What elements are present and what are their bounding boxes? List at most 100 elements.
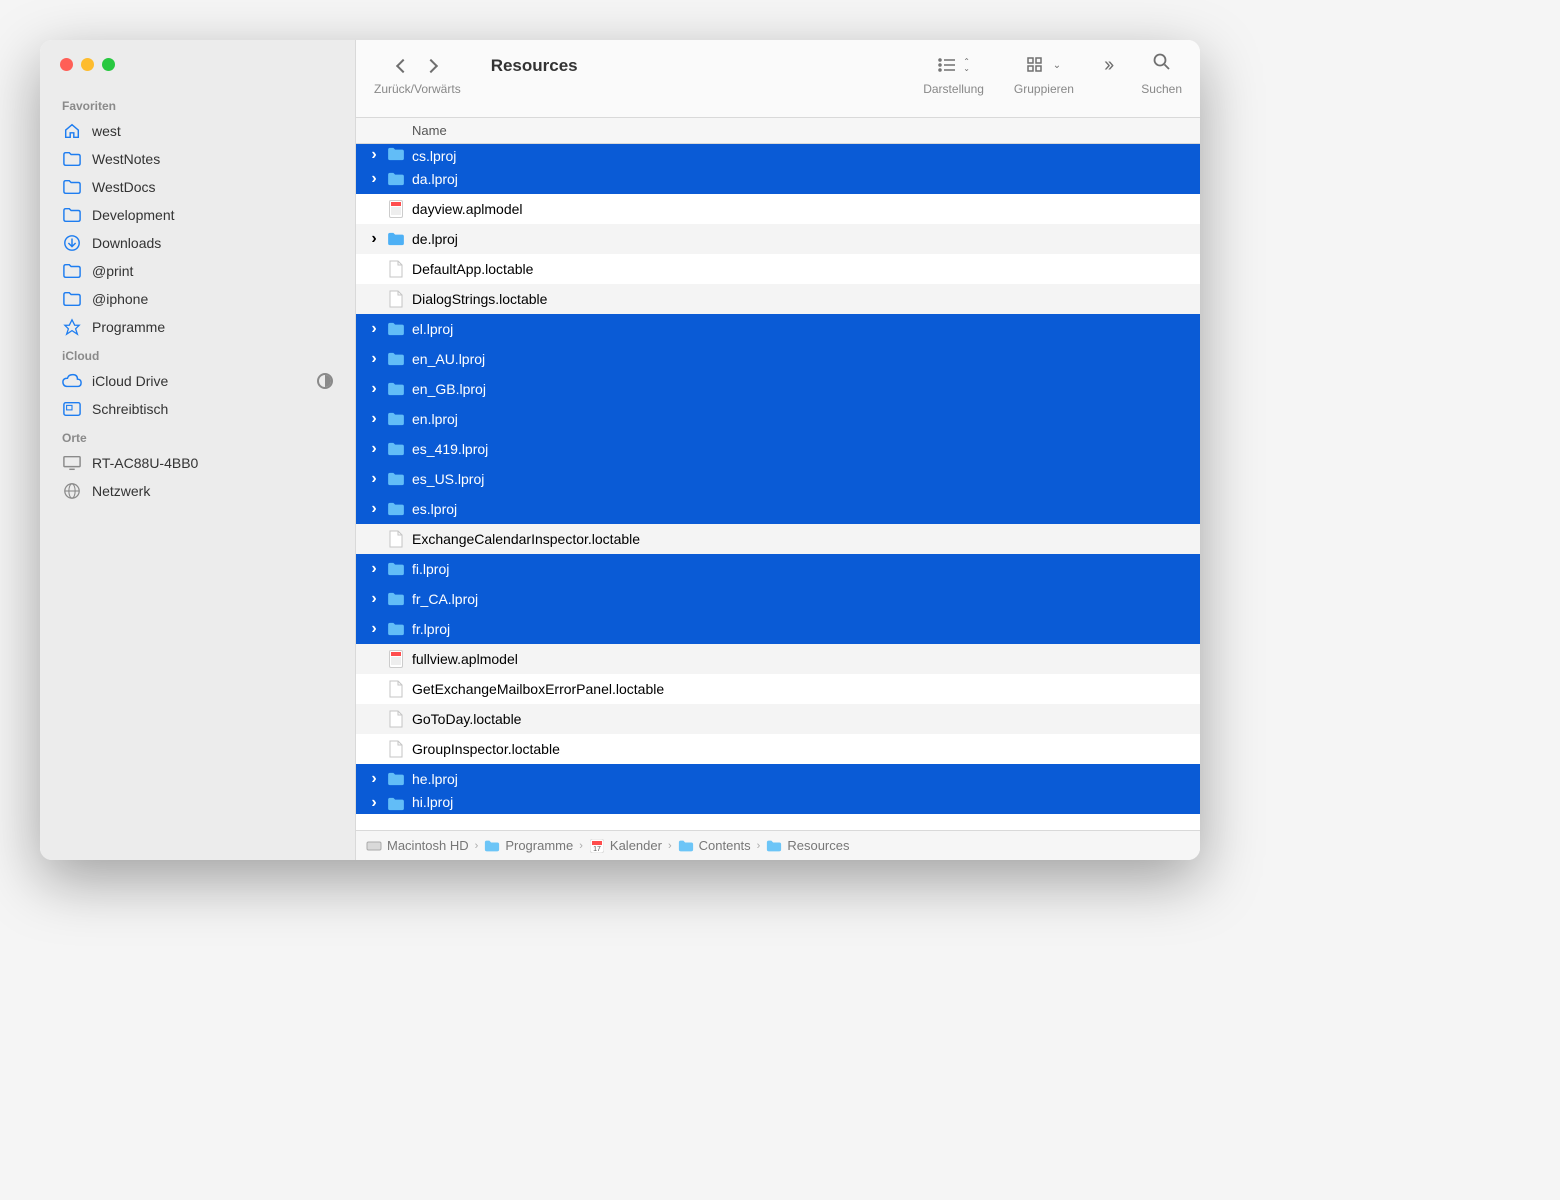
sidebar-item-label: @print bbox=[92, 263, 133, 279]
file-name: es_419.lproj bbox=[412, 441, 488, 457]
folder-icon bbox=[386, 794, 406, 814]
path-crumb[interactable]: 17Kalender bbox=[589, 838, 662, 853]
sidebar-item[interactable]: iCloud Drive bbox=[40, 367, 355, 395]
sidebar-item[interactable]: Schreibtisch bbox=[40, 395, 355, 423]
path-crumb[interactable]: Resources bbox=[766, 838, 849, 853]
back-button[interactable] bbox=[398, 54, 408, 77]
path-crumb-icon bbox=[484, 839, 500, 853]
path-crumb-label: Programme bbox=[505, 838, 573, 853]
column-header[interactable]: Name bbox=[356, 118, 1200, 144]
sidebar-item[interactable]: WestNotes bbox=[40, 145, 355, 173]
sidebar-item[interactable]: WestDocs bbox=[40, 173, 355, 201]
disclosure-triangle-icon[interactable]: › bbox=[368, 560, 380, 578]
path-crumb-icon bbox=[766, 839, 782, 853]
file-row[interactable]: ›GoToDay.loctable bbox=[356, 704, 1200, 734]
sidebar-item[interactable]: Development bbox=[40, 201, 355, 229]
sidebar: FavoritenwestWestNotesWestDocsDevelopmen… bbox=[40, 40, 356, 860]
file-name: GetExchangeMailboxErrorPanel.loctable bbox=[412, 681, 664, 697]
file-row[interactable]: ›GetExchangeMailboxErrorPanel.loctable bbox=[356, 674, 1200, 704]
disclosure-triangle-icon[interactable]: › bbox=[368, 320, 380, 338]
disclosure-triangle-icon[interactable]: › bbox=[368, 146, 380, 164]
folder-icon bbox=[386, 769, 406, 789]
disclosure-triangle-icon[interactable]: › bbox=[368, 440, 380, 458]
disclosure-triangle-icon[interactable]: › bbox=[368, 770, 380, 788]
disclosure-triangle-icon[interactable]: › bbox=[368, 350, 380, 368]
file-row[interactable]: ›dayview.aplmodel bbox=[356, 194, 1200, 224]
file-row[interactable]: ›es.lproj bbox=[356, 494, 1200, 524]
disclosure-triangle-icon[interactable]: › bbox=[368, 590, 380, 608]
file-row[interactable]: ›fr_CA.lproj bbox=[356, 584, 1200, 614]
view-label: Darstellung bbox=[923, 82, 984, 96]
sidebar-item[interactable]: Programme bbox=[40, 313, 355, 341]
file-row[interactable]: ›es_US.lproj bbox=[356, 464, 1200, 494]
group-button[interactable]: ⌄ bbox=[1027, 57, 1061, 73]
path-crumb[interactable]: Programme bbox=[484, 838, 573, 853]
folder-icon bbox=[386, 319, 406, 339]
folder-icon bbox=[386, 589, 406, 609]
file-row[interactable]: ›fi.lproj bbox=[356, 554, 1200, 584]
folder-icon bbox=[62, 206, 82, 224]
file-row[interactable]: ›cs.lproj bbox=[356, 144, 1200, 164]
sidebar-item[interactable]: Downloads bbox=[40, 229, 355, 257]
file-row[interactable]: ›el.lproj bbox=[356, 314, 1200, 344]
search-button[interactable] bbox=[1153, 53, 1171, 77]
zoom-window-button[interactable] bbox=[102, 58, 115, 71]
file-name: ExchangeCalendarInspector.loctable bbox=[412, 531, 640, 547]
disclosure-triangle-icon[interactable]: › bbox=[368, 794, 380, 812]
file-row[interactable]: ›DialogStrings.loctable bbox=[356, 284, 1200, 314]
file-row[interactable]: › hi.lproj bbox=[356, 794, 1200, 814]
name-column-header[interactable]: Name bbox=[412, 123, 447, 138]
path-crumb-icon: 17 bbox=[589, 839, 605, 853]
file-row[interactable]: › fr.lproj bbox=[356, 614, 1200, 644]
file-name: DefaultApp.loctable bbox=[412, 261, 533, 277]
file-name: fr.lproj bbox=[412, 621, 450, 637]
close-window-button[interactable] bbox=[60, 58, 73, 71]
sidebar-item[interactable]: RT-AC88U-4BB0 bbox=[40, 449, 355, 477]
display-icon bbox=[62, 454, 82, 472]
file-row[interactable]: › es_419.lproj bbox=[356, 434, 1200, 464]
sidebar-item[interactable]: west bbox=[40, 117, 355, 145]
file-list[interactable]: ›cs.lproj›da.lproj›dayview.aplmodel›de.l… bbox=[356, 144, 1200, 830]
folder-icon bbox=[386, 439, 406, 459]
document-icon bbox=[386, 709, 406, 729]
disclosure-triangle-icon[interactable]: › bbox=[368, 230, 380, 248]
folder-icon bbox=[62, 150, 82, 168]
sidebar-item[interactable]: Netzwerk bbox=[40, 477, 355, 505]
disclosure-triangle-icon[interactable]: › bbox=[368, 470, 380, 488]
file-row[interactable]: ›GroupInspector.loctable bbox=[356, 734, 1200, 764]
file-row[interactable]: ›da.lproj bbox=[356, 164, 1200, 194]
minimize-window-button[interactable] bbox=[81, 58, 94, 71]
nav-label: Zurück/Vorwärts bbox=[374, 82, 461, 96]
overflow-button[interactable]: ›› bbox=[1104, 54, 1111, 77]
file-name: en.lproj bbox=[412, 411, 458, 427]
sidebar-item[interactable]: @iphone bbox=[40, 285, 355, 313]
folder-icon bbox=[386, 229, 406, 249]
disclosure-triangle-icon[interactable]: › bbox=[368, 380, 380, 398]
sidebar-item[interactable]: @print bbox=[40, 257, 355, 285]
file-row[interactable]: ›fullview.aplmodel bbox=[356, 644, 1200, 674]
view-mode-button[interactable]: ⌃⌄ bbox=[937, 57, 970, 73]
path-crumb[interactable]: Contents bbox=[678, 838, 751, 853]
sidebar-item-label: WestDocs bbox=[92, 179, 156, 195]
path-crumb[interactable]: Macintosh HD bbox=[366, 838, 469, 853]
file-row[interactable]: ›ExchangeCalendarInspector.loctable bbox=[356, 524, 1200, 554]
file-name: hi.lproj bbox=[412, 794, 453, 810]
sidebar-item-label: WestNotes bbox=[92, 151, 160, 167]
appstore-icon bbox=[62, 318, 82, 336]
folder-icon bbox=[386, 409, 406, 429]
disclosure-triangle-icon[interactable]: › bbox=[368, 500, 380, 518]
file-row[interactable]: ›en_AU.lproj bbox=[356, 344, 1200, 374]
sidebar-item-label: Schreibtisch bbox=[92, 401, 168, 417]
disclosure-triangle-icon[interactable]: › bbox=[368, 410, 380, 428]
file-row[interactable]: ›de.lproj bbox=[356, 224, 1200, 254]
disclosure-triangle-icon[interactable]: › bbox=[368, 620, 380, 638]
file-row[interactable]: › en_GB.lproj bbox=[356, 374, 1200, 404]
file-row[interactable]: ›DefaultApp.loctable bbox=[356, 254, 1200, 284]
file-row[interactable]: ›he.lproj bbox=[356, 764, 1200, 794]
file-row[interactable]: › en.lproj bbox=[356, 404, 1200, 434]
overflow-group: ›› bbox=[1104, 50, 1111, 96]
path-bar: Macintosh HD›Programme›17Kalender›Conten… bbox=[356, 830, 1200, 860]
disclosure-triangle-icon[interactable]: › bbox=[368, 170, 380, 188]
forward-button[interactable] bbox=[426, 54, 436, 77]
file-name: en_GB.lproj bbox=[412, 381, 486, 397]
